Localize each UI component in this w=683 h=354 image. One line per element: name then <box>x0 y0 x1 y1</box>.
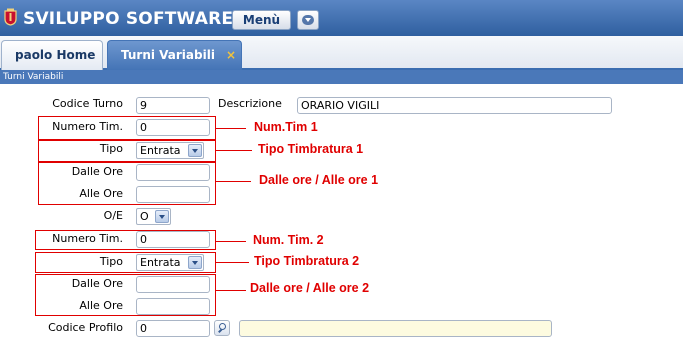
annotation-line <box>216 150 252 151</box>
numero-tim-2-field[interactable]: 0 <box>136 231 210 248</box>
numero-tim-2-label: Numero Tim. <box>52 232 123 245</box>
chevron-down-icon <box>188 256 202 269</box>
alle-ore-2-field[interactable] <box>136 298 210 315</box>
menu-dropdown-button[interactable] <box>297 10 319 30</box>
annotation-tipo-timbratura-2: Tipo Timbratura 2 <box>254 254 360 268</box>
tipo-2-label: Tipo <box>99 255 123 268</box>
search-icon-handle <box>218 328 222 333</box>
coat-of-arms-icon <box>4 8 17 26</box>
app-header: SVILUPPO SOFTWARE Menù <box>0 0 683 36</box>
annotation-dalle-alle-1: Dalle ore / Alle ore 1 <box>259 173 379 187</box>
codice-turno-label: Codice Turno <box>52 97 123 110</box>
profilo-description-field <box>239 320 552 337</box>
descrizione-field[interactable]: ORARIO VIGILI <box>297 97 612 114</box>
chevron-down-icon <box>188 144 202 157</box>
alle-ore-1-label: Alle Ore <box>79 187 123 200</box>
page-subtitle: Turni Variabili <box>0 70 683 84</box>
close-icon[interactable]: × <box>226 41 236 69</box>
oe-select[interactable]: O <box>136 208 171 225</box>
tipo-2-select[interactable]: Entrata <box>136 254 204 271</box>
menu-button[interactable]: Menù <box>232 10 291 30</box>
tipo-1-value: Entrata <box>140 144 181 157</box>
codice-profilo-label: Codice Profilo <box>48 321 123 334</box>
codice-profilo-field[interactable]: 0 <box>136 320 210 337</box>
oe-value: O <box>140 210 149 223</box>
annotation-tipo-timbratura-1: Tipo Timbratura 1 <box>258 142 364 156</box>
codice-turno-field[interactable]: 9 <box>136 97 210 114</box>
alle-ore-2-label: Alle Ore <box>79 299 123 312</box>
search-button[interactable] <box>214 320 230 336</box>
tab-label: Turni Variabili <box>121 48 215 62</box>
chevron-down-icon <box>302 15 314 25</box>
annotation-num-tim-1: Num.Tim 1 <box>254 120 318 134</box>
tipo-1-label: Tipo <box>99 142 123 155</box>
tab-turni-variabili[interactable]: Turni Variabili × <box>107 40 242 70</box>
annotation-line <box>216 262 249 263</box>
annotation-num-tim-2: Num. Tim. 2 <box>253 233 324 247</box>
tab-label: paolo Home <box>15 48 96 62</box>
dalle-ore-1-field[interactable] <box>136 164 210 181</box>
brand-title: SVILUPPO SOFTWARE <box>23 9 234 29</box>
tipo-2-value: Entrata <box>140 256 181 269</box>
annotation-line <box>216 241 246 242</box>
oe-label: O/E <box>103 209 123 222</box>
dalle-ore-1-label: Dalle Ore <box>71 165 123 178</box>
annotation-line <box>216 290 246 291</box>
annotation-line <box>216 181 251 182</box>
alle-ore-1-field[interactable] <box>136 186 210 203</box>
tab-bar: paolo Home Turni Variabili × <box>0 36 683 70</box>
annotation-line <box>216 128 246 129</box>
tipo-1-select[interactable]: Entrata <box>136 142 204 159</box>
dalle-ore-2-field[interactable] <box>136 276 210 293</box>
numero-tim-1-field[interactable]: 0 <box>136 119 210 136</box>
dalle-ore-2-label: Dalle Ore <box>71 277 123 290</box>
chevron-down-icon <box>155 210 169 223</box>
annotation-dalle-alle-2: Dalle ore / Alle ore 2 <box>250 281 370 295</box>
numero-tim-1-label: Numero Tim. <box>52 120 123 133</box>
tab-paolo-home[interactable]: paolo Home <box>1 40 103 70</box>
descrizione-label: Descrizione <box>218 97 282 110</box>
